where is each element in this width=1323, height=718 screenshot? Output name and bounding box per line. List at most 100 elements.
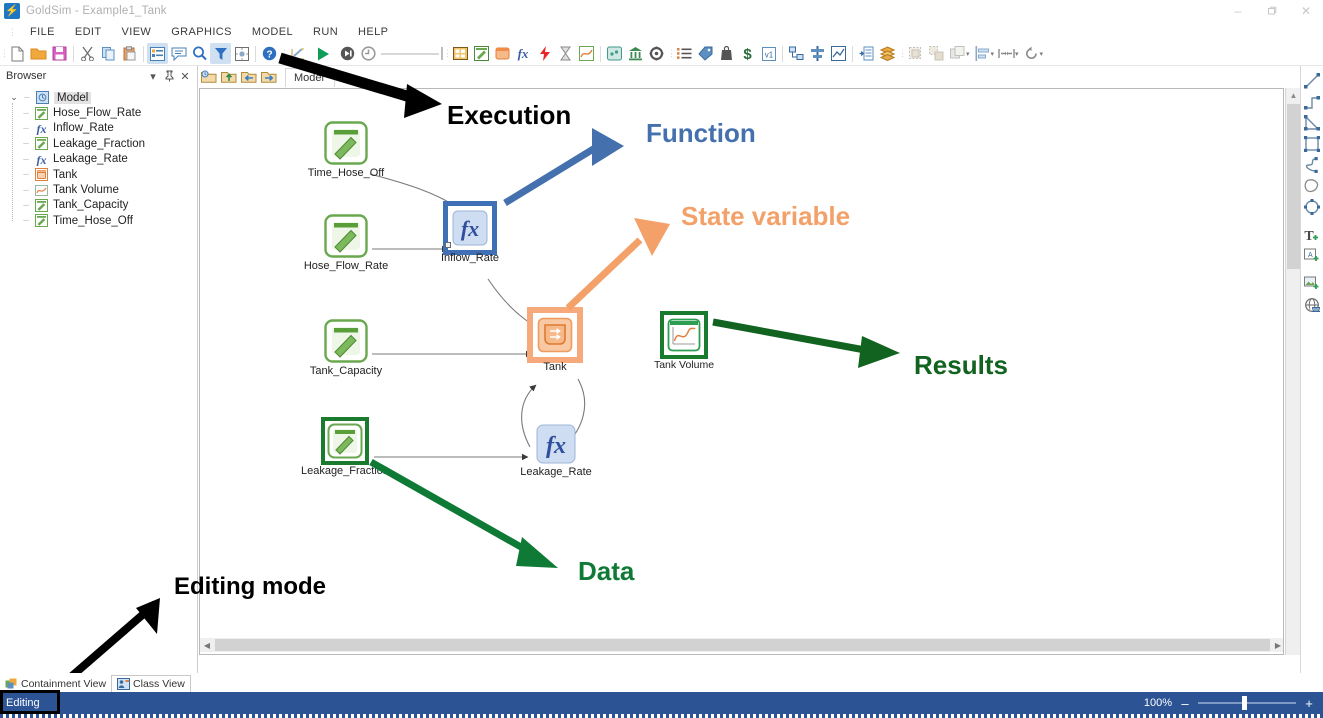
edit-mode-icon[interactable] bbox=[287, 43, 308, 64]
restore-button[interactable] bbox=[1255, 0, 1289, 22]
vscroll-thumb[interactable] bbox=[1287, 104, 1300, 269]
ellipse-tool-icon[interactable] bbox=[1301, 196, 1323, 217]
node-time-hose-off[interactable]: Time_Hose_Off bbox=[308, 121, 384, 179]
data-element-icon[interactable] bbox=[324, 319, 368, 363]
align-icon[interactable] bbox=[972, 43, 993, 64]
go-up-icon[interactable] bbox=[219, 67, 239, 87]
tree-item-hose-flow-rate[interactable]: – Hose_Flow_Rate bbox=[19, 105, 197, 120]
vertical-scrollbar[interactable]: ▲ bbox=[1285, 88, 1301, 655]
node-inflow-rate[interactable]: fx Inflow_Rate bbox=[441, 201, 499, 264]
reservoir-element-icon[interactable] bbox=[492, 43, 513, 64]
label-tool-icon[interactable]: A bbox=[1301, 245, 1323, 266]
bag-icon[interactable] bbox=[716, 43, 737, 64]
step-icon[interactable] bbox=[337, 43, 358, 64]
cut-icon[interactable] bbox=[77, 43, 98, 64]
node-tank-capacity[interactable]: Tank_Capacity bbox=[310, 319, 382, 377]
node-tank-volume[interactable]: Tank Volume bbox=[654, 311, 714, 371]
pool-icon[interactable] bbox=[604, 43, 625, 64]
input-element-icon[interactable] bbox=[471, 43, 492, 64]
polyline-tool-icon[interactable] bbox=[1301, 91, 1323, 112]
magnifier-icon[interactable] bbox=[189, 43, 210, 64]
function-element-icon[interactable]: fx bbox=[534, 422, 578, 466]
new-icon[interactable] bbox=[7, 43, 28, 64]
tree-item-leakage-fraction[interactable]: – Leakage_Fraction bbox=[19, 136, 197, 151]
settings-icon[interactable] bbox=[231, 43, 252, 64]
text-tool-icon[interactable]: T bbox=[1301, 224, 1323, 245]
bullets-icon[interactable] bbox=[674, 43, 695, 64]
function-element-icon[interactable]: fx bbox=[443, 201, 497, 255]
horizontal-scrollbar[interactable]: ◀ ▶ bbox=[200, 638, 1283, 652]
go-forward-icon[interactable] bbox=[259, 67, 279, 87]
tab-class-view[interactable]: Class View bbox=[111, 675, 191, 692]
rotate-icon[interactable] bbox=[1021, 43, 1042, 64]
zoom-out-button[interactable]: – bbox=[1179, 696, 1191, 711]
zoom-slider-knob[interactable] bbox=[1242, 696, 1247, 710]
model-canvas[interactable]: Time_Hose_Off Hose_Flow_Rate fx Inflow_R… bbox=[199, 88, 1284, 655]
ungroup-icon[interactable] bbox=[926, 43, 947, 64]
rectangle-tool-icon[interactable] bbox=[1301, 133, 1323, 154]
open-icon[interactable] bbox=[28, 43, 49, 64]
menu-model[interactable]: MODEL bbox=[242, 24, 303, 40]
node-leakage-rate[interactable]: fx Leakage_Rate bbox=[520, 422, 592, 478]
container-element-icon[interactable] bbox=[450, 43, 471, 64]
copy-icon[interactable] bbox=[98, 43, 119, 64]
network-icon[interactable] bbox=[786, 43, 807, 64]
bank-icon[interactable] bbox=[625, 43, 646, 64]
zoom-slider-track[interactable] bbox=[1198, 696, 1296, 710]
node-hose-flow-rate[interactable]: Hose_Flow_Rate bbox=[304, 214, 388, 272]
play-icon[interactable] bbox=[312, 43, 333, 64]
node-leakage-fraction[interactable]: Leakage_Fraction bbox=[301, 417, 389, 477]
scroll-right-icon[interactable]: ▶ bbox=[1271, 638, 1283, 652]
menu-run[interactable]: RUN bbox=[303, 24, 348, 40]
save-icon[interactable] bbox=[49, 43, 70, 64]
new-container-icon[interactable] bbox=[199, 67, 219, 87]
chart-blue-icon[interactable] bbox=[828, 43, 849, 64]
tree-item-tank[interactable]: – Tank bbox=[19, 167, 197, 182]
line-tool-icon[interactable] bbox=[1301, 70, 1323, 91]
tree-item-time-hose-off[interactable]: – Time_Hose_Off bbox=[19, 213, 197, 228]
gear-icon[interactable] bbox=[646, 43, 667, 64]
curve-tool-icon[interactable] bbox=[1301, 154, 1323, 175]
bolt-icon[interactable] bbox=[534, 43, 555, 64]
breadcrumb-tab-model[interactable]: Model bbox=[285, 67, 335, 87]
freeform-tool-icon[interactable] bbox=[1301, 175, 1323, 196]
tag-icon[interactable] bbox=[695, 43, 716, 64]
close-icon[interactable]: ✕ bbox=[177, 68, 193, 84]
group-icon[interactable] bbox=[905, 43, 926, 64]
tree-root-model[interactable]: ⌄ – Model bbox=[6, 90, 197, 105]
data-element-icon[interactable] bbox=[324, 214, 368, 258]
web-tool-icon[interactable]: WWW bbox=[1301, 294, 1323, 315]
triangle-tool-icon[interactable] bbox=[1301, 112, 1323, 133]
zoom-in-button[interactable]: + bbox=[1303, 696, 1315, 711]
tree-item-leakage-rate[interactable]: – fx Leakage_Rate bbox=[19, 152, 197, 167]
reset-icon[interactable] bbox=[358, 43, 379, 64]
menu-edit[interactable]: EDIT bbox=[65, 24, 112, 40]
function-element-icon[interactable]: fx bbox=[513, 43, 534, 64]
minimize-button[interactable]: – bbox=[1221, 0, 1255, 22]
reservoir-element-icon[interactable] bbox=[527, 307, 583, 363]
result-element-icon[interactable] bbox=[576, 43, 597, 64]
dollar-icon[interactable]: $ bbox=[737, 43, 758, 64]
data-element-icon[interactable] bbox=[324, 121, 368, 165]
node-tank[interactable]: Tank bbox=[527, 307, 583, 373]
tree-label-model[interactable]: Model bbox=[54, 91, 92, 104]
go-back-icon[interactable] bbox=[239, 67, 259, 87]
data-element-icon[interactable] bbox=[321, 417, 369, 465]
chevron-down-icon[interactable]: ▾ bbox=[145, 68, 161, 84]
hscroll-thumb[interactable] bbox=[215, 639, 1270, 651]
paste-icon[interactable] bbox=[119, 43, 140, 64]
menu-help[interactable]: HELP bbox=[348, 24, 398, 40]
insert-row-icon[interactable] bbox=[856, 43, 877, 64]
pin-icon[interactable] bbox=[161, 68, 177, 84]
v1box-icon[interactable]: v1 bbox=[758, 43, 779, 64]
comment-icon[interactable] bbox=[168, 43, 189, 64]
tree-item-tank-volume[interactable]: – Tank Volume bbox=[19, 182, 197, 197]
timeline-slider-track[interactable] bbox=[381, 52, 439, 55]
close-button[interactable]: ✕ bbox=[1289, 0, 1323, 22]
filter-icon[interactable] bbox=[210, 43, 231, 64]
help-icon[interactable]: ? bbox=[259, 43, 280, 64]
resize-handle[interactable] bbox=[445, 242, 451, 248]
scroll-up-icon[interactable]: ▲ bbox=[1286, 88, 1301, 103]
menu-graphics[interactable]: GRAPHICS bbox=[161, 24, 242, 40]
properties-icon[interactable] bbox=[147, 43, 168, 64]
